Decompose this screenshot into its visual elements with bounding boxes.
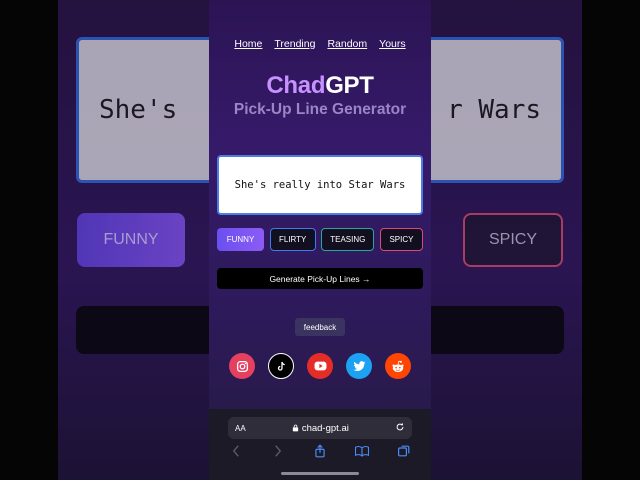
- nav-random-link[interactable]: Random: [327, 38, 367, 50]
- tone-spicy-button[interactable]: SPICY: [379, 228, 423, 251]
- browser-chrome: AA chad-gpt.ai: [209, 409, 431, 480]
- address-bar[interactable]: AA chad-gpt.ai: [228, 417, 412, 439]
- phone-screen: Home Trending Random Yours ChadGPT Pick-…: [209, 0, 431, 480]
- reader-aa-button[interactable]: AA: [235, 424, 246, 433]
- url-display: chad-gpt.ai: [292, 423, 349, 434]
- lock-icon: [292, 424, 298, 432]
- brand-chad: Chad: [266, 72, 326, 99]
- generate-button[interactable]: Generate Pick-Up Lines →: [217, 268, 423, 289]
- browser-toolbar: [209, 443, 431, 459]
- share-icon[interactable]: [310, 443, 330, 459]
- background-card-text-start: She's: [99, 95, 178, 125]
- reload-icon[interactable]: [395, 419, 405, 437]
- background-card-text-end: r Wars: [447, 95, 541, 125]
- instagram-icon[interactable]: [229, 353, 255, 379]
- social-links: [209, 353, 431, 379]
- twitter-icon[interactable]: [346, 353, 372, 379]
- feedback-button[interactable]: feedback: [295, 318, 345, 336]
- nav-yours-link[interactable]: Yours: [379, 38, 405, 50]
- letterbox-left: [0, 0, 58, 480]
- tabs-icon[interactable]: [394, 443, 414, 459]
- reddit-icon[interactable]: [385, 353, 411, 379]
- page-subtitle: Pick-Up Line Generator: [233, 101, 407, 118]
- tone-teasing-button[interactable]: TEASING: [321, 228, 375, 251]
- tiktok-icon[interactable]: [268, 353, 294, 379]
- background-spicy-pill: SPICY: [463, 213, 563, 267]
- background-funny-pill: FUNNY: [77, 213, 185, 267]
- brand-logo: ChadGPT: [209, 72, 431, 100]
- tone-selector: FUNNY FLIRTY TEASING SPICY: [217, 228, 423, 251]
- top-nav: Home Trending Random Yours: [209, 38, 431, 50]
- youtube-icon[interactable]: [307, 353, 333, 379]
- bookmarks-icon[interactable]: [352, 443, 372, 459]
- home-indicator: [281, 472, 359, 475]
- url-text: chad-gpt.ai: [301, 422, 349, 434]
- letterbox-right: [582, 0, 640, 480]
- tone-flirty-button[interactable]: FLIRTY: [269, 228, 316, 251]
- brand-gpt: GPT: [325, 72, 374, 99]
- tone-funny-button[interactable]: FUNNY: [217, 228, 264, 251]
- prompt-input[interactable]: She's really into Star Wars: [217, 155, 423, 215]
- back-icon[interactable]: [226, 443, 246, 459]
- forward-icon[interactable]: [268, 443, 288, 459]
- nav-trending-link[interactable]: Trending: [274, 38, 315, 50]
- nav-home-link[interactable]: Home: [234, 38, 262, 50]
